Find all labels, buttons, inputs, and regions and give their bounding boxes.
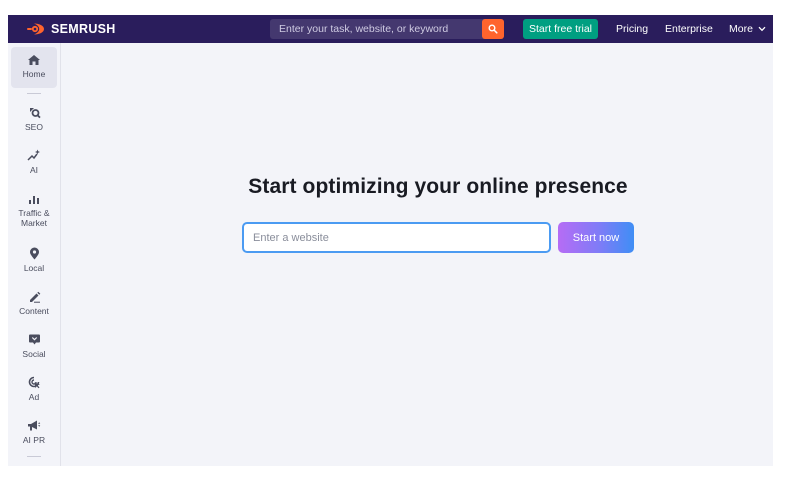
sidebar-item-label: Traffic & (18, 208, 50, 218)
app-window: SEMRUSH Start free trial Pricing Enterpr… (8, 15, 773, 466)
chevron-down-icon (758, 26, 766, 32)
sidebar-divider (27, 456, 41, 457)
sidebar-item-label: Home (22, 69, 46, 79)
semrush-logo-icon (27, 23, 44, 35)
nav-more-label: More (729, 23, 753, 35)
seo-icon (29, 108, 41, 119)
sidebar-item-label: Social (22, 349, 46, 359)
ad-target-icon (28, 376, 40, 389)
ai-sparkle-icon (27, 149, 40, 161)
website-input[interactable] (242, 222, 551, 253)
start-free-trial-button[interactable]: Start free trial (523, 19, 598, 39)
start-now-button[interactable]: Start now (558, 222, 634, 253)
home-icon (28, 55, 40, 65)
sidebar-divider (27, 93, 41, 94)
sidebar-item-label: SEO (25, 122, 43, 132)
sidebar-item-label: Local (23, 263, 45, 273)
sidebar: Home SEO AI Traffic & Market Local Conte… (8, 43, 61, 466)
sidebar-item-label: AI (29, 165, 39, 175)
global-search (270, 19, 504, 39)
nav-more-menu[interactable]: More (729, 19, 766, 39)
map-pin-icon (29, 247, 39, 260)
sidebar-item-ai-pr[interactable]: AI PR (11, 419, 57, 445)
semrush-logo[interactable]: SEMRUSH (26, 21, 116, 37)
megaphone-icon (28, 420, 41, 431)
sidebar-item-label: Content (19, 306, 49, 316)
sidebar-item-content[interactable]: Content (11, 290, 57, 316)
page-title: Start optimizing your online presence (248, 175, 628, 198)
sidebar-item-ai[interactable]: AI (11, 149, 57, 175)
search-icon (488, 24, 498, 34)
sidebar-item-social[interactable]: Social (11, 333, 57, 359)
sidebar-item-local[interactable]: Local (11, 247, 57, 273)
sidebar-item-label: Ad (28, 392, 40, 402)
sidebar-item-label-line2: Market (21, 218, 47, 228)
nav-enterprise-link[interactable]: Enterprise (665, 19, 713, 39)
sidebar-item-home[interactable]: Home (11, 47, 57, 88)
top-navbar: SEMRUSH Start free trial Pricing Enterpr… (8, 15, 773, 43)
sidebar-item-label: AI PR (22, 435, 46, 445)
logo-text: SEMRUSH (51, 22, 116, 36)
sidebar-item-ad[interactable]: Ad (11, 376, 57, 402)
nav-pricing-link[interactable]: Pricing (616, 19, 648, 39)
pencil-icon (29, 291, 40, 303)
sidebar-item-seo[interactable]: SEO (11, 106, 57, 132)
social-icon (28, 334, 40, 345)
search-button[interactable] (482, 19, 504, 39)
global-search-input[interactable] (270, 19, 482, 39)
